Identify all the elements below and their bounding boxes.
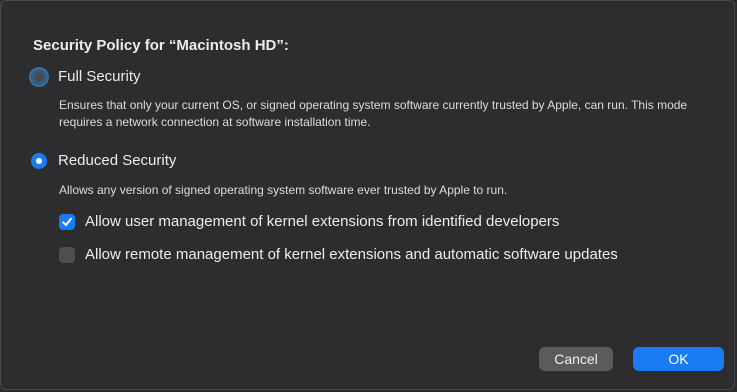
reduced-security-option[interactable]: Reduced Security [31, 152, 176, 169]
cancel-button[interactable]: Cancel [539, 347, 613, 371]
security-policy-dialog: Security Policy for “Macintosh HD”: Full… [0, 0, 735, 390]
kernel-extensions-label[interactable]: Allow user management of kernel extensio… [85, 213, 559, 230]
checkmark-icon [62, 217, 72, 226]
full-security-option[interactable]: Full Security [31, 68, 141, 85]
remote-management-label[interactable]: Allow remote management of kernel extens… [85, 246, 618, 263]
ok-button[interactable]: OK [633, 347, 724, 371]
remote-management-checkbox[interactable] [59, 246, 75, 263]
reduced-security-label[interactable]: Reduced Security [58, 152, 176, 169]
kernel-extensions-checkbox[interactable] [59, 213, 75, 230]
reduced-security-description: Allows any version of signed operating s… [59, 183, 508, 197]
kernel-extensions-checkbox-row[interactable]: Allow user management of kernel extensio… [59, 213, 559, 230]
full-security-description: Ensures that only your current OS, or si… [59, 98, 688, 129]
full-security-radio[interactable] [31, 68, 47, 85]
reduced-security-radio[interactable] [31, 152, 47, 169]
dialog-title: Security Policy for “Macintosh HD”: [33, 37, 289, 54]
remote-management-checkbox-row[interactable]: Allow remote management of kernel extens… [59, 246, 618, 263]
full-security-label[interactable]: Full Security [58, 68, 141, 85]
